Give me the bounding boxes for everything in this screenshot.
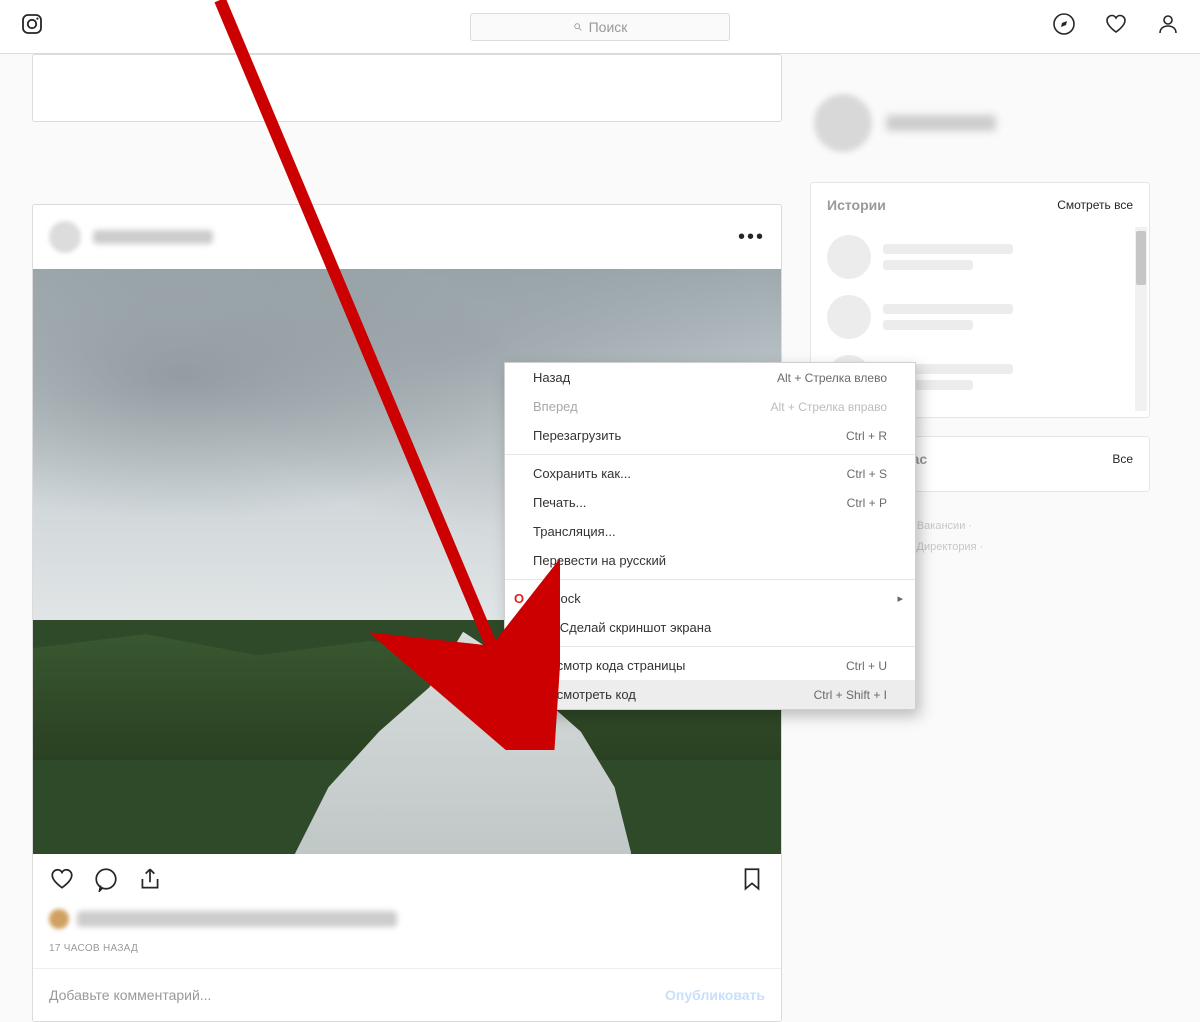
context-menu-item[interactable]: Перезагрузить Ctrl + R	[505, 421, 915, 450]
scrollbar[interactable]	[1135, 227, 1147, 411]
nav-icons	[1052, 12, 1180, 41]
search-input[interactable]: Поиск	[470, 13, 730, 41]
menu-item-label: Перезагрузить	[533, 428, 621, 443]
top-nav: Поиск	[0, 0, 1200, 54]
menu-item-shortcut: Ctrl + U	[846, 659, 887, 673]
menu-item-label: Трансляция...	[533, 524, 616, 539]
search-placeholder: Поиск	[589, 19, 628, 35]
context-menu-item[interactable]: Перевести на русский	[505, 546, 915, 575]
menu-item-label: Вперед	[533, 399, 578, 414]
menu-item-shortcut: Alt + Стрелка влево	[777, 371, 887, 385]
profile-avatar	[814, 94, 872, 152]
search-icon	[573, 22, 583, 32]
menu-item-shortcut: Ctrl + S	[847, 467, 887, 481]
menu-item-label: Joxi Сделай скриншот экрана	[533, 620, 711, 635]
menu-item-label: Просмотр кода страницы	[533, 658, 685, 673]
bookmark-icon[interactable]	[739, 866, 765, 897]
explore-icon[interactable]	[1052, 12, 1076, 41]
context-menu-item[interactable]: Назад Alt + Стрелка влево	[505, 363, 915, 392]
profile-name-blurred	[886, 115, 996, 131]
context-menu: Назад Alt + Стрелка влево Вперед Alt + Стре…	[504, 362, 916, 710]
logo-icon[interactable]	[20, 12, 44, 41]
menu-item-label: Назад	[533, 370, 570, 385]
story-item[interactable]	[827, 227, 1133, 287]
publish-button[interactable]: Опубликовать	[665, 987, 765, 1003]
joxi-icon: ◆	[511, 620, 527, 636]
profile-icon[interactable]	[1156, 12, 1180, 41]
context-menu-item[interactable]: Сохранить как... Ctrl + S	[505, 459, 915, 488]
likes-row	[33, 905, 781, 933]
post-header: •••	[33, 205, 781, 269]
context-menu-item: Вперед Alt + Стрелка вправо	[505, 392, 915, 421]
post-author[interactable]	[49, 221, 213, 253]
share-icon[interactable]	[137, 866, 163, 897]
comment-input[interactable]: Добавьте комментарий...	[49, 987, 211, 1003]
context-menu-item[interactable]: Печать... Ctrl + P	[505, 488, 915, 517]
adblock-icon: O	[511, 591, 527, 607]
menu-item-label: Перевести на русский	[533, 553, 666, 568]
post-timestamp: 17 ЧАСОВ НАЗАД	[33, 933, 781, 968]
liker-avatar	[49, 909, 69, 929]
stories-see-all-link[interactable]: Смотреть все	[1057, 198, 1133, 212]
menu-item-label: AdBlock	[533, 591, 581, 606]
menu-item-label: Сохранить как...	[533, 466, 631, 481]
context-menu-item[interactable]: Просмотр кода страницы Ctrl + U	[505, 651, 915, 680]
username-blurred	[93, 230, 213, 244]
profile-summary[interactable]	[810, 84, 1150, 182]
menu-item-shortcut: Ctrl + R	[846, 429, 887, 443]
menu-item-shortcut: Alt + Стрелка вправо	[771, 400, 887, 414]
avatar	[49, 221, 81, 253]
context-menu-item[interactable]: O AdBlock	[505, 584, 915, 613]
context-menu-item[interactable]: Просмотреть код Ctrl + Shift + I	[505, 680, 915, 709]
prev-post-bottom	[32, 54, 782, 122]
menu-item-shortcut: Ctrl + P	[847, 496, 887, 510]
stories-title: Истории	[827, 197, 886, 213]
comment-icon[interactable]	[93, 866, 119, 897]
menu-item-label: Печать...	[533, 495, 586, 510]
menu-item-label: Просмотреть код	[533, 687, 636, 702]
context-menu-item[interactable]: Трансляция...	[505, 517, 915, 546]
menu-item-shortcut: Ctrl + Shift + I	[814, 688, 887, 702]
recs-all-link[interactable]: Все	[1112, 452, 1133, 466]
post-actions	[33, 854, 781, 905]
like-icon[interactable]	[49, 866, 75, 897]
context-menu-item[interactable]: ◆ Joxi Сделай скриншот экрана	[505, 613, 915, 642]
more-options-icon[interactable]: •••	[738, 226, 765, 249]
likes-text-blurred	[77, 911, 397, 927]
heart-icon[interactable]	[1104, 12, 1128, 41]
story-item[interactable]	[827, 287, 1133, 347]
